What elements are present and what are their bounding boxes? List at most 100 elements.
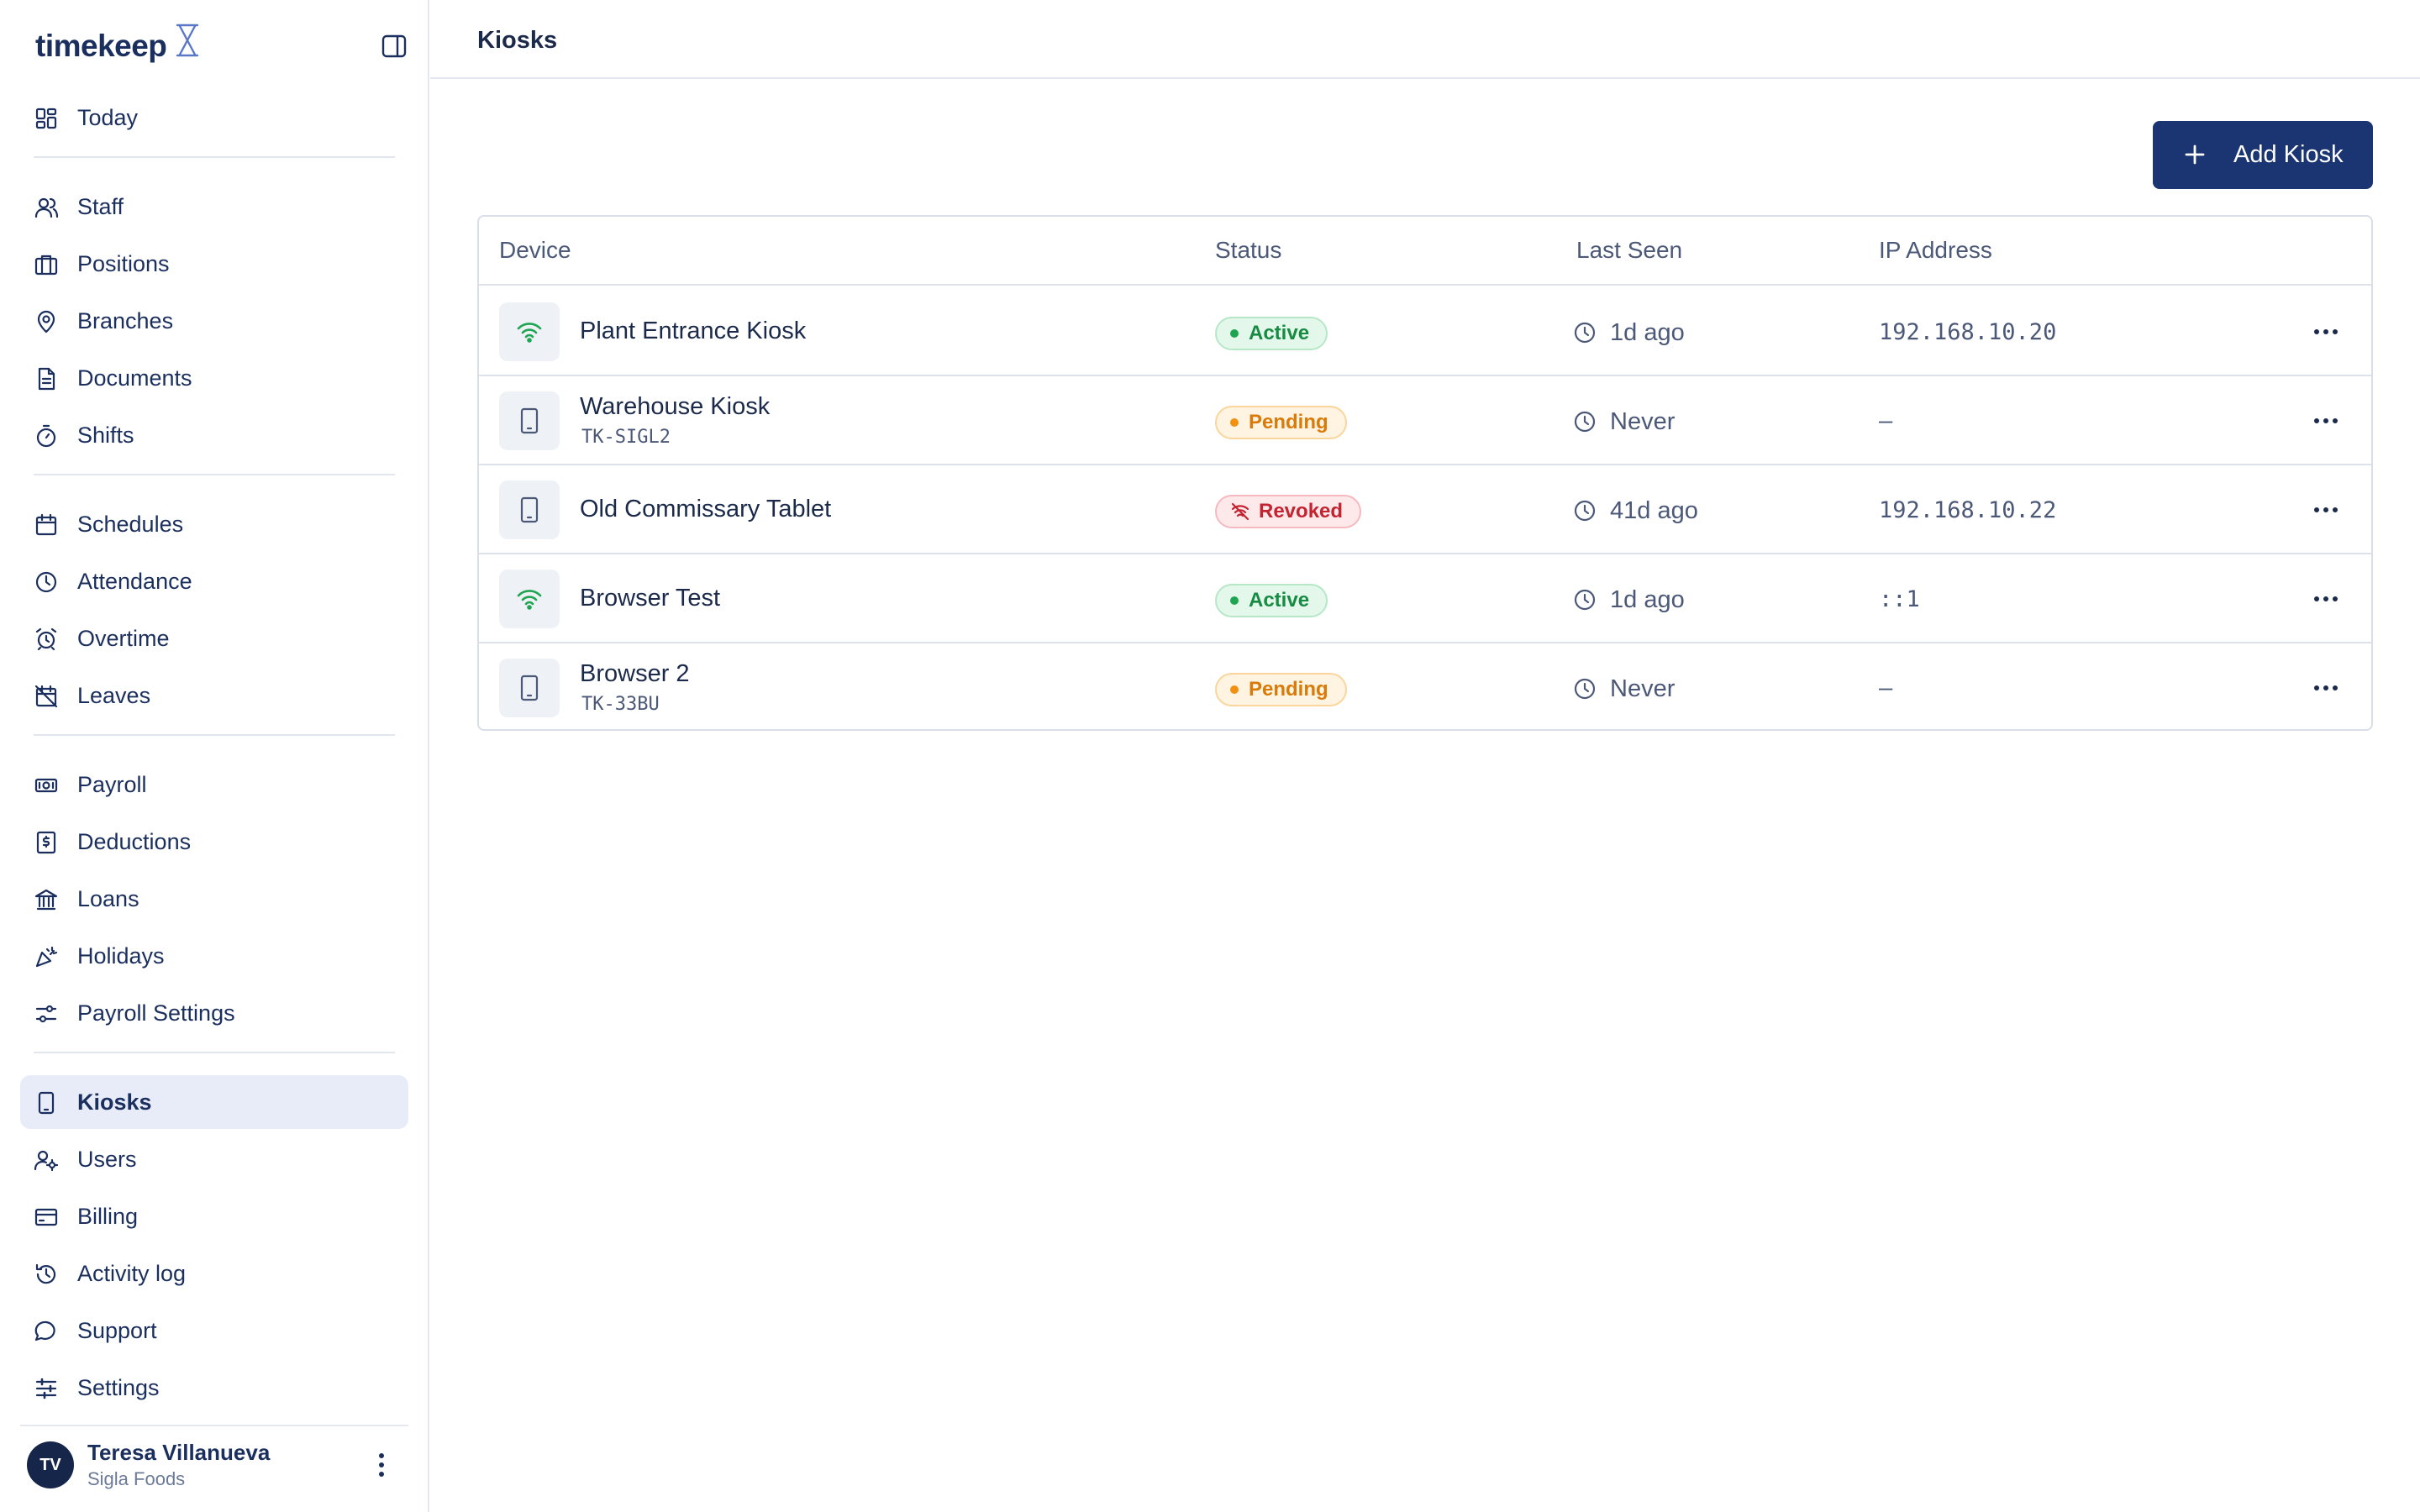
- status-badge: Active: [1215, 584, 1328, 617]
- sidebar-divider: [34, 474, 395, 475]
- page-title: Kiosks: [477, 27, 558, 54]
- dashboard-icon: [34, 106, 59, 131]
- sidebar-item-activity-log[interactable]: Activity log: [20, 1247, 408, 1300]
- column-status[interactable]: Status: [1215, 237, 1281, 264]
- sidebar-item-schedules[interactable]: Schedules: [20, 497, 408, 551]
- table-row[interactable]: Old Commissary Tablet Revoked 41d ago 192.1…: [479, 465, 2371, 554]
- more-horizontal-icon[interactable]: [2309, 674, 2343, 702]
- tablet-icon: [499, 480, 560, 539]
- status-label: Pending: [1249, 411, 1328, 433]
- sidebar-item-today[interactable]: Today: [20, 91, 408, 144]
- column-last-seen[interactable]: Last Seen: [1576, 237, 1682, 264]
- sidebar-item-overtime[interactable]: Overtime: [20, 612, 408, 665]
- sidebar-item-support[interactable]: Support: [20, 1304, 408, 1357]
- sidebar-item-shifts[interactable]: Shifts: [20, 408, 408, 462]
- sidebar-divider: [34, 734, 395, 736]
- clock-icon: [1573, 321, 1597, 344]
- bank-icon: [34, 887, 59, 912]
- tablet-icon: [499, 391, 560, 450]
- sidebar-item-payroll-settings[interactable]: Payroll Settings: [20, 986, 408, 1040]
- sidebar-item-billing[interactable]: Billing: [20, 1189, 408, 1243]
- sidebar-item-label: Holidays: [77, 943, 165, 969]
- sidebar-item-label: Payroll: [77, 772, 147, 797]
- more-horizontal-icon[interactable]: [2309, 585, 2343, 613]
- table-row[interactable]: Browser 2 TK-33BU Pending Never —: [479, 643, 2371, 729]
- sidebar-item-holidays[interactable]: Holidays: [20, 929, 408, 983]
- sidebar-item-positions[interactable]: Positions: [20, 237, 408, 291]
- status-label: Pending: [1249, 678, 1328, 701]
- clock-icon: [1573, 677, 1597, 701]
- user-org: Sigla Foods: [87, 1468, 186, 1489]
- sidebar-item-label: Overtime: [77, 626, 170, 651]
- sidebar: timekeep Today Staff Positions Branches Docu…: [0, 0, 429, 1512]
- sidebar-item-label: Settings: [77, 1375, 160, 1400]
- status-badge: Revoked: [1215, 495, 1362, 528]
- document-icon: [34, 366, 59, 391]
- table-row[interactable]: Warehouse Kiosk TK-SIGL2 Pending Never —: [479, 376, 2371, 465]
- sidebar-item-loans[interactable]: Loans: [20, 872, 408, 926]
- calendar-icon: [34, 512, 59, 538]
- banknote-icon: [34, 773, 59, 798]
- sidebar-item-settings[interactable]: Settings: [20, 1361, 408, 1415]
- sidebar-item-label: Users: [77, 1147, 137, 1172]
- device-name: Warehouse Kiosk: [580, 393, 771, 420]
- sidebar-item-payroll[interactable]: Payroll: [20, 758, 408, 811]
- sidebar-item-label: Attendance: [77, 569, 192, 594]
- more-vertical-icon[interactable]: [366, 1448, 397, 1482]
- device-name: Old Commissary Tablet: [580, 496, 832, 522]
- users-icon: [34, 195, 59, 220]
- sidebar-item-branches[interactable]: Branches: [20, 294, 408, 348]
- briefcase-icon: [34, 252, 59, 277]
- sidebar-item-users[interactable]: Users: [20, 1132, 408, 1186]
- history-icon: [34, 1262, 59, 1287]
- sidebar-item-documents[interactable]: Documents: [20, 351, 408, 405]
- sidebar-item-staff[interactable]: Staff: [20, 180, 408, 234]
- tablet-icon: [34, 1090, 59, 1116]
- table-row[interactable]: Browser Test Active 1d ago::1: [479, 554, 2371, 643]
- sidebar-toggle-icon[interactable]: [380, 32, 408, 60]
- status-badge: Pending: [1215, 673, 1347, 706]
- sidebar-item-label: Loans: [77, 886, 139, 911]
- hourglass-icon: [176, 24, 199, 57]
- column-device[interactable]: Device: [499, 237, 571, 264]
- top-bar: Kiosks: [430, 0, 2420, 79]
- sidebar-item-label: Documents: [77, 365, 192, 391]
- status-badge: Active: [1215, 317, 1328, 350]
- clock-icon: [1573, 499, 1597, 522]
- sidebar-item-leaves[interactable]: Leaves: [20, 669, 408, 722]
- kiosks-table: Device Status Last Seen IP Address Plant…: [477, 215, 2373, 731]
- table-header: Device Status Last Seen IP Address: [479, 217, 2371, 286]
- sidebar-divider: [34, 156, 395, 158]
- ip-address: 192.168.10.20: [1879, 319, 2057, 345]
- sidebar-item-label: Deductions: [77, 829, 192, 854]
- user-cog-icon: [34, 1147, 59, 1173]
- sidebar-divider: [34, 1052, 395, 1053]
- clock-icon: [1573, 588, 1597, 612]
- receipt-icon: [34, 830, 59, 855]
- last-seen: Never: [1610, 675, 1676, 702]
- map-pin-icon: [34, 309, 59, 334]
- sidebar-item-attendance[interactable]: Attendance: [20, 554, 408, 608]
- sidebar-item-label: Staff: [77, 194, 124, 219]
- table-row[interactable]: Plant Entrance Kiosk Active 1d ago 192.168.…: [479, 287, 2371, 376]
- device-name: Plant Entrance Kiosk: [580, 318, 807, 344]
- status-dot: [1230, 685, 1239, 694]
- status-badge: Pending: [1215, 406, 1347, 439]
- more-horizontal-icon[interactable]: [2309, 407, 2343, 435]
- sidebar-item-deductions[interactable]: Deductions: [20, 815, 408, 869]
- status-dot: [1230, 418, 1239, 427]
- status-label: Active: [1249, 589, 1310, 612]
- device-name: Browser Test: [580, 585, 721, 612]
- sidebar-item-label: Branches: [77, 308, 174, 333]
- add-kiosk-button[interactable]: Add Kiosk: [2153, 121, 2373, 189]
- last-seen: Never: [1610, 408, 1676, 435]
- column-ip-address[interactable]: IP Address: [1879, 237, 1992, 264]
- sidebar-item-kiosks[interactable]: Kiosks: [20, 1075, 408, 1129]
- user-card[interactable]: TV Teresa Villanueva Sigla Foods: [20, 1425, 408, 1504]
- logo: timekeep: [34, 22, 412, 72]
- wifi-off-icon: [1230, 501, 1259, 522]
- user-name: Teresa Villanueva: [87, 1440, 271, 1465]
- more-horizontal-icon[interactable]: [2309, 318, 2343, 346]
- ip-address: 192.168.10.22: [1879, 497, 2057, 523]
- more-horizontal-icon[interactable]: [2309, 496, 2343, 524]
